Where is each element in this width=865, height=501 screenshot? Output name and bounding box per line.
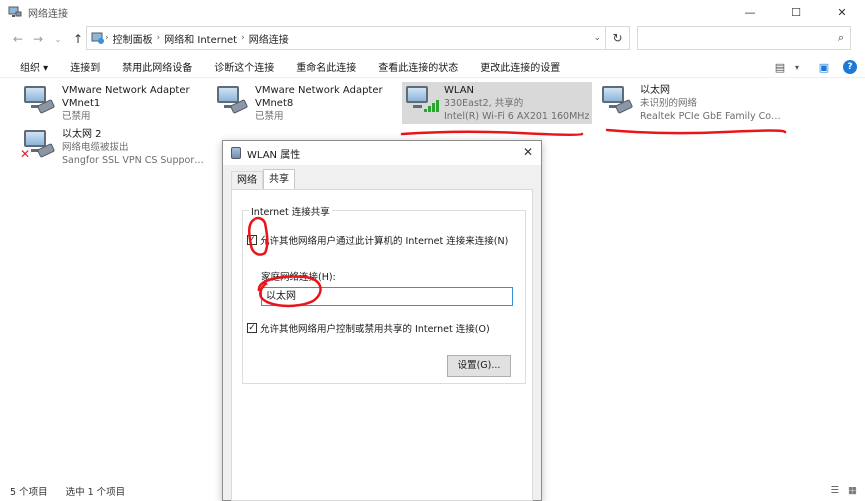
close-button[interactable]: ✕ xyxy=(819,0,865,24)
search-icon[interactable]: ⌕ xyxy=(838,31,844,45)
breadcrumb-control-panel[interactable]: 控制面板 xyxy=(113,31,153,46)
view-status-button[interactable]: 查看此连接的状态 xyxy=(367,59,469,74)
connection-device: Realtek PCIe GbE Family Contr... xyxy=(640,111,786,122)
title-bar: 网络连接 — ☐ ✕ xyxy=(0,0,865,24)
search-input[interactable]: ⌕ xyxy=(637,26,851,50)
connection-device: Sangfor SSL VPN CS Support S... xyxy=(62,155,204,166)
connect-to-button[interactable]: 连接到 xyxy=(59,59,111,74)
details-view-icon[interactable]: ☰ xyxy=(830,485,839,496)
annotation-underline-wlan xyxy=(400,130,584,137)
home-network-select[interactable]: 以太网 xyxy=(261,287,513,306)
connection-status: 330East2, 共享的 xyxy=(444,98,524,109)
allow-share-label: 允许其他网络用户通过此计算机的 Internet 连接来连接(N) xyxy=(260,236,509,247)
item-count: 5 个项目 xyxy=(10,486,48,498)
view-options-icon[interactable]: ▤ xyxy=(769,61,791,74)
address-path[interactable]: › 控制面板 › 网络和 Internet › 网络连接 ⌄ ↻ xyxy=(86,26,630,50)
allow-share-checkbox[interactable]: ✓ xyxy=(247,235,257,245)
view-dropdown-icon[interactable]: ▾ xyxy=(791,63,803,72)
tab-networking[interactable]: 网络 xyxy=(231,171,263,189)
network-adapter-icon xyxy=(598,84,634,118)
network-adapter-disconnected-icon: ✕ xyxy=(20,128,56,162)
address-bar: ← → ⌄ ↑ › 控制面板 › 网络和 Internet › 网络连接 ⌄ ↻… xyxy=(0,26,865,52)
selected-count: 选中 1 个项目 xyxy=(65,486,126,498)
group-title: Internet 连接共享 xyxy=(249,204,332,218)
connection-vmnet8[interactable]: VMware Network Adapter VMnet8 已禁用 xyxy=(213,84,398,124)
organize-menu[interactable]: 组织 ▾ xyxy=(0,59,59,74)
connection-name-line2: VMnet8 xyxy=(255,98,294,109)
help-icon[interactable]: ? xyxy=(843,60,857,74)
connection-ethernet-2[interactable]: ✕ 以太网 2 网络电缆被拔出 Sangfor SSL VPN CS Suppo… xyxy=(20,128,205,168)
window-title: 网络连接 xyxy=(28,8,68,20)
annotation-underline-ethernet xyxy=(605,128,787,135)
connection-status: 网络电缆被拔出 xyxy=(62,142,129,153)
change-settings-button[interactable]: 更改此连接的设置 xyxy=(469,59,571,74)
minimize-button[interactable]: — xyxy=(727,0,773,24)
preview-pane-icon[interactable]: ▣ xyxy=(813,61,835,74)
tab-sharing[interactable]: 共享 xyxy=(263,169,295,189)
connection-status: 已禁用 xyxy=(255,111,284,122)
dialog-close-icon[interactable]: ✕ xyxy=(523,145,533,159)
allow-control-label: 允许其他网络用户控制或禁用共享的 Internet 连接(O) xyxy=(260,324,490,335)
allow-share-checkbox-row[interactable]: ✓ 允许其他网络用户通过此计算机的 Internet 连接来连接(N) xyxy=(247,233,508,247)
command-bar: 组织 ▾ 连接到 禁用此网络设备 诊断这个连接 重命名此连接 查看此连接的状态 … xyxy=(0,56,865,78)
adapter-icon xyxy=(231,147,241,159)
rename-button[interactable]: 重命名此连接 xyxy=(285,59,367,74)
forward-arrow-icon[interactable]: → xyxy=(28,32,48,46)
refresh-icon[interactable]: ↻ xyxy=(605,27,629,49)
dialog-tabs: 网络 共享 xyxy=(231,169,295,189)
allow-control-checkbox-row[interactable]: ✓ 允许其他网络用户控制或禁用共享的 Internet 连接(O) xyxy=(247,321,490,335)
connection-name: VMware Network Adapter xyxy=(62,85,190,96)
address-dropdown-icon[interactable]: ⌄ xyxy=(593,33,601,43)
network-connections-icon xyxy=(8,5,22,19)
recent-dropdown-icon[interactable]: ⌄ xyxy=(48,35,68,44)
network-adapter-icon xyxy=(213,84,249,118)
large-icons-view-icon[interactable]: ▦ xyxy=(848,485,857,496)
wifi-adapter-icon xyxy=(402,84,439,118)
sharing-panel: Internet 连接共享 ✓ 允许其他网络用户通过此计算机的 Internet… xyxy=(231,189,533,501)
connection-device: Intel(R) Wi-Fi 6 AX201 160MHz xyxy=(444,111,590,122)
dialog-body: 网络 共享 Internet 连接共享 ✓ 允许其他网络用户通过此计算机的 In… xyxy=(223,165,541,501)
back-arrow-icon[interactable]: ← xyxy=(8,32,28,46)
connection-name: 以太网 2 xyxy=(62,129,102,140)
dialog-title: WLAN 属性 xyxy=(247,149,301,161)
connection-wlan[interactable]: WLAN 330East2, 共享的 Intel(R) Wi-Fi 6 AX20… xyxy=(402,82,592,124)
home-network-label: 家庭网络连接(H): xyxy=(261,272,336,283)
connection-name: VMware Network Adapter xyxy=(255,85,383,96)
wlan-properties-dialog: WLAN 属性 ✕ 网络 共享 Internet 连接共享 ✓ 允许其他网络用户… xyxy=(222,140,542,501)
ics-group: Internet 连接共享 ✓ 允许其他网络用户通过此计算机的 Internet… xyxy=(242,204,526,384)
connection-vmnet1[interactable]: VMware Network Adapter VMnet1 已禁用 xyxy=(20,84,205,124)
dialog-title-bar: WLAN 属性 ✕ xyxy=(223,141,541,165)
connection-ethernet[interactable]: 以太网 未识别的网络 Realtek PCIe GbE Family Contr… xyxy=(598,84,788,124)
diagnose-button[interactable]: 诊断这个连接 xyxy=(203,59,285,74)
connection-name: 以太网 xyxy=(640,85,670,96)
settings-button[interactable]: 设置(G)... xyxy=(447,355,511,377)
up-arrow-icon[interactable]: ↑ xyxy=(68,32,88,46)
breadcrumb-network-internet[interactable]: 网络和 Internet xyxy=(164,31,237,46)
connection-name-line2: VMnet1 xyxy=(62,98,101,109)
allow-control-checkbox[interactable]: ✓ xyxy=(247,323,257,333)
disable-device-button[interactable]: 禁用此网络设备 xyxy=(111,59,203,74)
connection-name: WLAN xyxy=(444,85,475,96)
network-adapter-icon xyxy=(20,84,56,118)
connection-status: 已禁用 xyxy=(62,111,91,122)
connection-status: 未识别的网络 xyxy=(640,98,698,109)
maximize-button[interactable]: ☐ xyxy=(773,0,819,24)
breadcrumb-network-connections[interactable]: 网络连接 xyxy=(249,31,289,46)
control-panel-icon xyxy=(91,31,105,45)
